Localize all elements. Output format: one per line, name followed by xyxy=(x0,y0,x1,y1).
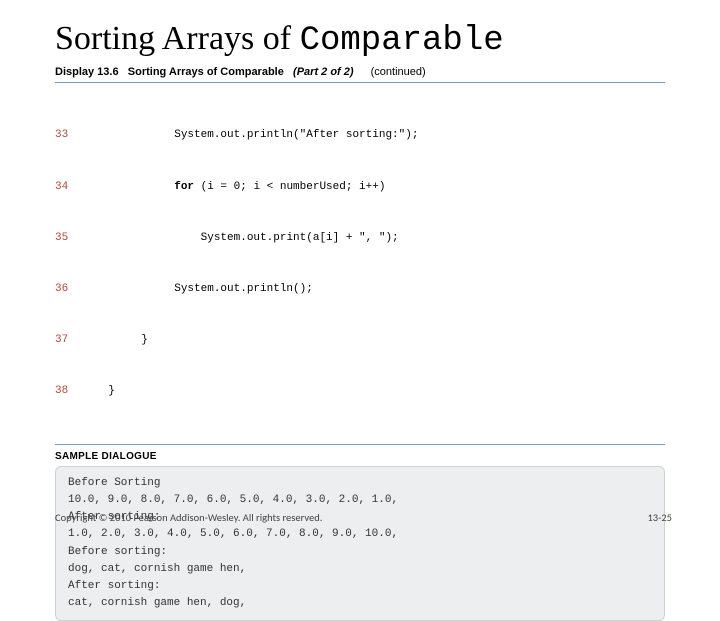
code-text: } xyxy=(95,332,148,349)
code-line: 34 for (i = 0; i < numberUsed; i++) xyxy=(55,179,665,196)
code-text: for (i = 0; i < numberUsed; i++) xyxy=(95,179,385,196)
code-line: 37 } xyxy=(55,332,665,349)
footer: Copyright © 2010 Pearson Addison-Wesley.… xyxy=(55,511,672,524)
sample-line: Before sorting: xyxy=(68,546,167,558)
display-part: (Part 2 of 2) xyxy=(293,66,354,78)
display-number: Display 13.6 xyxy=(55,66,119,78)
line-number: 33 xyxy=(55,127,95,144)
sample-line: After sorting: xyxy=(68,580,160,592)
display-title: Sorting Arrays of Comparable xyxy=(128,66,284,78)
copyright-text: Copyright © 2010 Pearson Addison-Wesley.… xyxy=(55,511,322,524)
line-number: 38 xyxy=(55,383,95,400)
line-number: 34 xyxy=(55,179,95,196)
sample-line: 1.0, 2.0, 3.0, 4.0, 5.0, 6.0, 7.0, 8.0, … xyxy=(68,528,398,540)
title-mono: Comparable xyxy=(300,22,504,60)
sample-dialogue-box: Before Sorting 10.0, 9.0, 8.0, 7.0, 6.0,… xyxy=(55,466,665,620)
code-text: System.out.print(a[i] + ", "); xyxy=(95,230,399,247)
page-number: 13-25 xyxy=(647,511,672,524)
sample-line: cat, cornish game hen, dog, xyxy=(68,597,246,609)
sample-line: 10.0, 9.0, 8.0, 7.0, 6.0, 5.0, 4.0, 3.0,… xyxy=(68,494,398,506)
title-plain: Sorting Arrays of xyxy=(55,20,300,57)
line-number: 35 xyxy=(55,230,95,247)
code-line: 38 } xyxy=(55,383,665,400)
page-title: Sorting Arrays of Comparable xyxy=(55,20,665,60)
display-continued: (continued) xyxy=(371,66,426,78)
line-number: 36 xyxy=(55,281,95,298)
code-text: System.out.println("After sorting:"); xyxy=(95,127,418,144)
sample-line: Before Sorting xyxy=(68,477,160,489)
display-header: Display 13.6 Sorting Arrays of Comparabl… xyxy=(55,66,665,83)
code-listing: 33 System.out.println("After sorting:");… xyxy=(55,91,665,445)
code-line: 36 System.out.println(); xyxy=(55,281,665,298)
code-line: 35 System.out.print(a[i] + ", "); xyxy=(55,230,665,247)
code-text: System.out.println(); xyxy=(95,281,313,298)
line-number: 37 xyxy=(55,332,95,349)
sample-line: dog, cat, cornish game hen, xyxy=(68,563,246,575)
code-line: 33 System.out.println("After sorting:"); xyxy=(55,127,665,144)
sample-dialogue-label: Sample Dialogue xyxy=(55,451,665,462)
slide: Sorting Arrays of Comparable Display 13.… xyxy=(0,0,720,621)
code-text: } xyxy=(95,383,115,400)
